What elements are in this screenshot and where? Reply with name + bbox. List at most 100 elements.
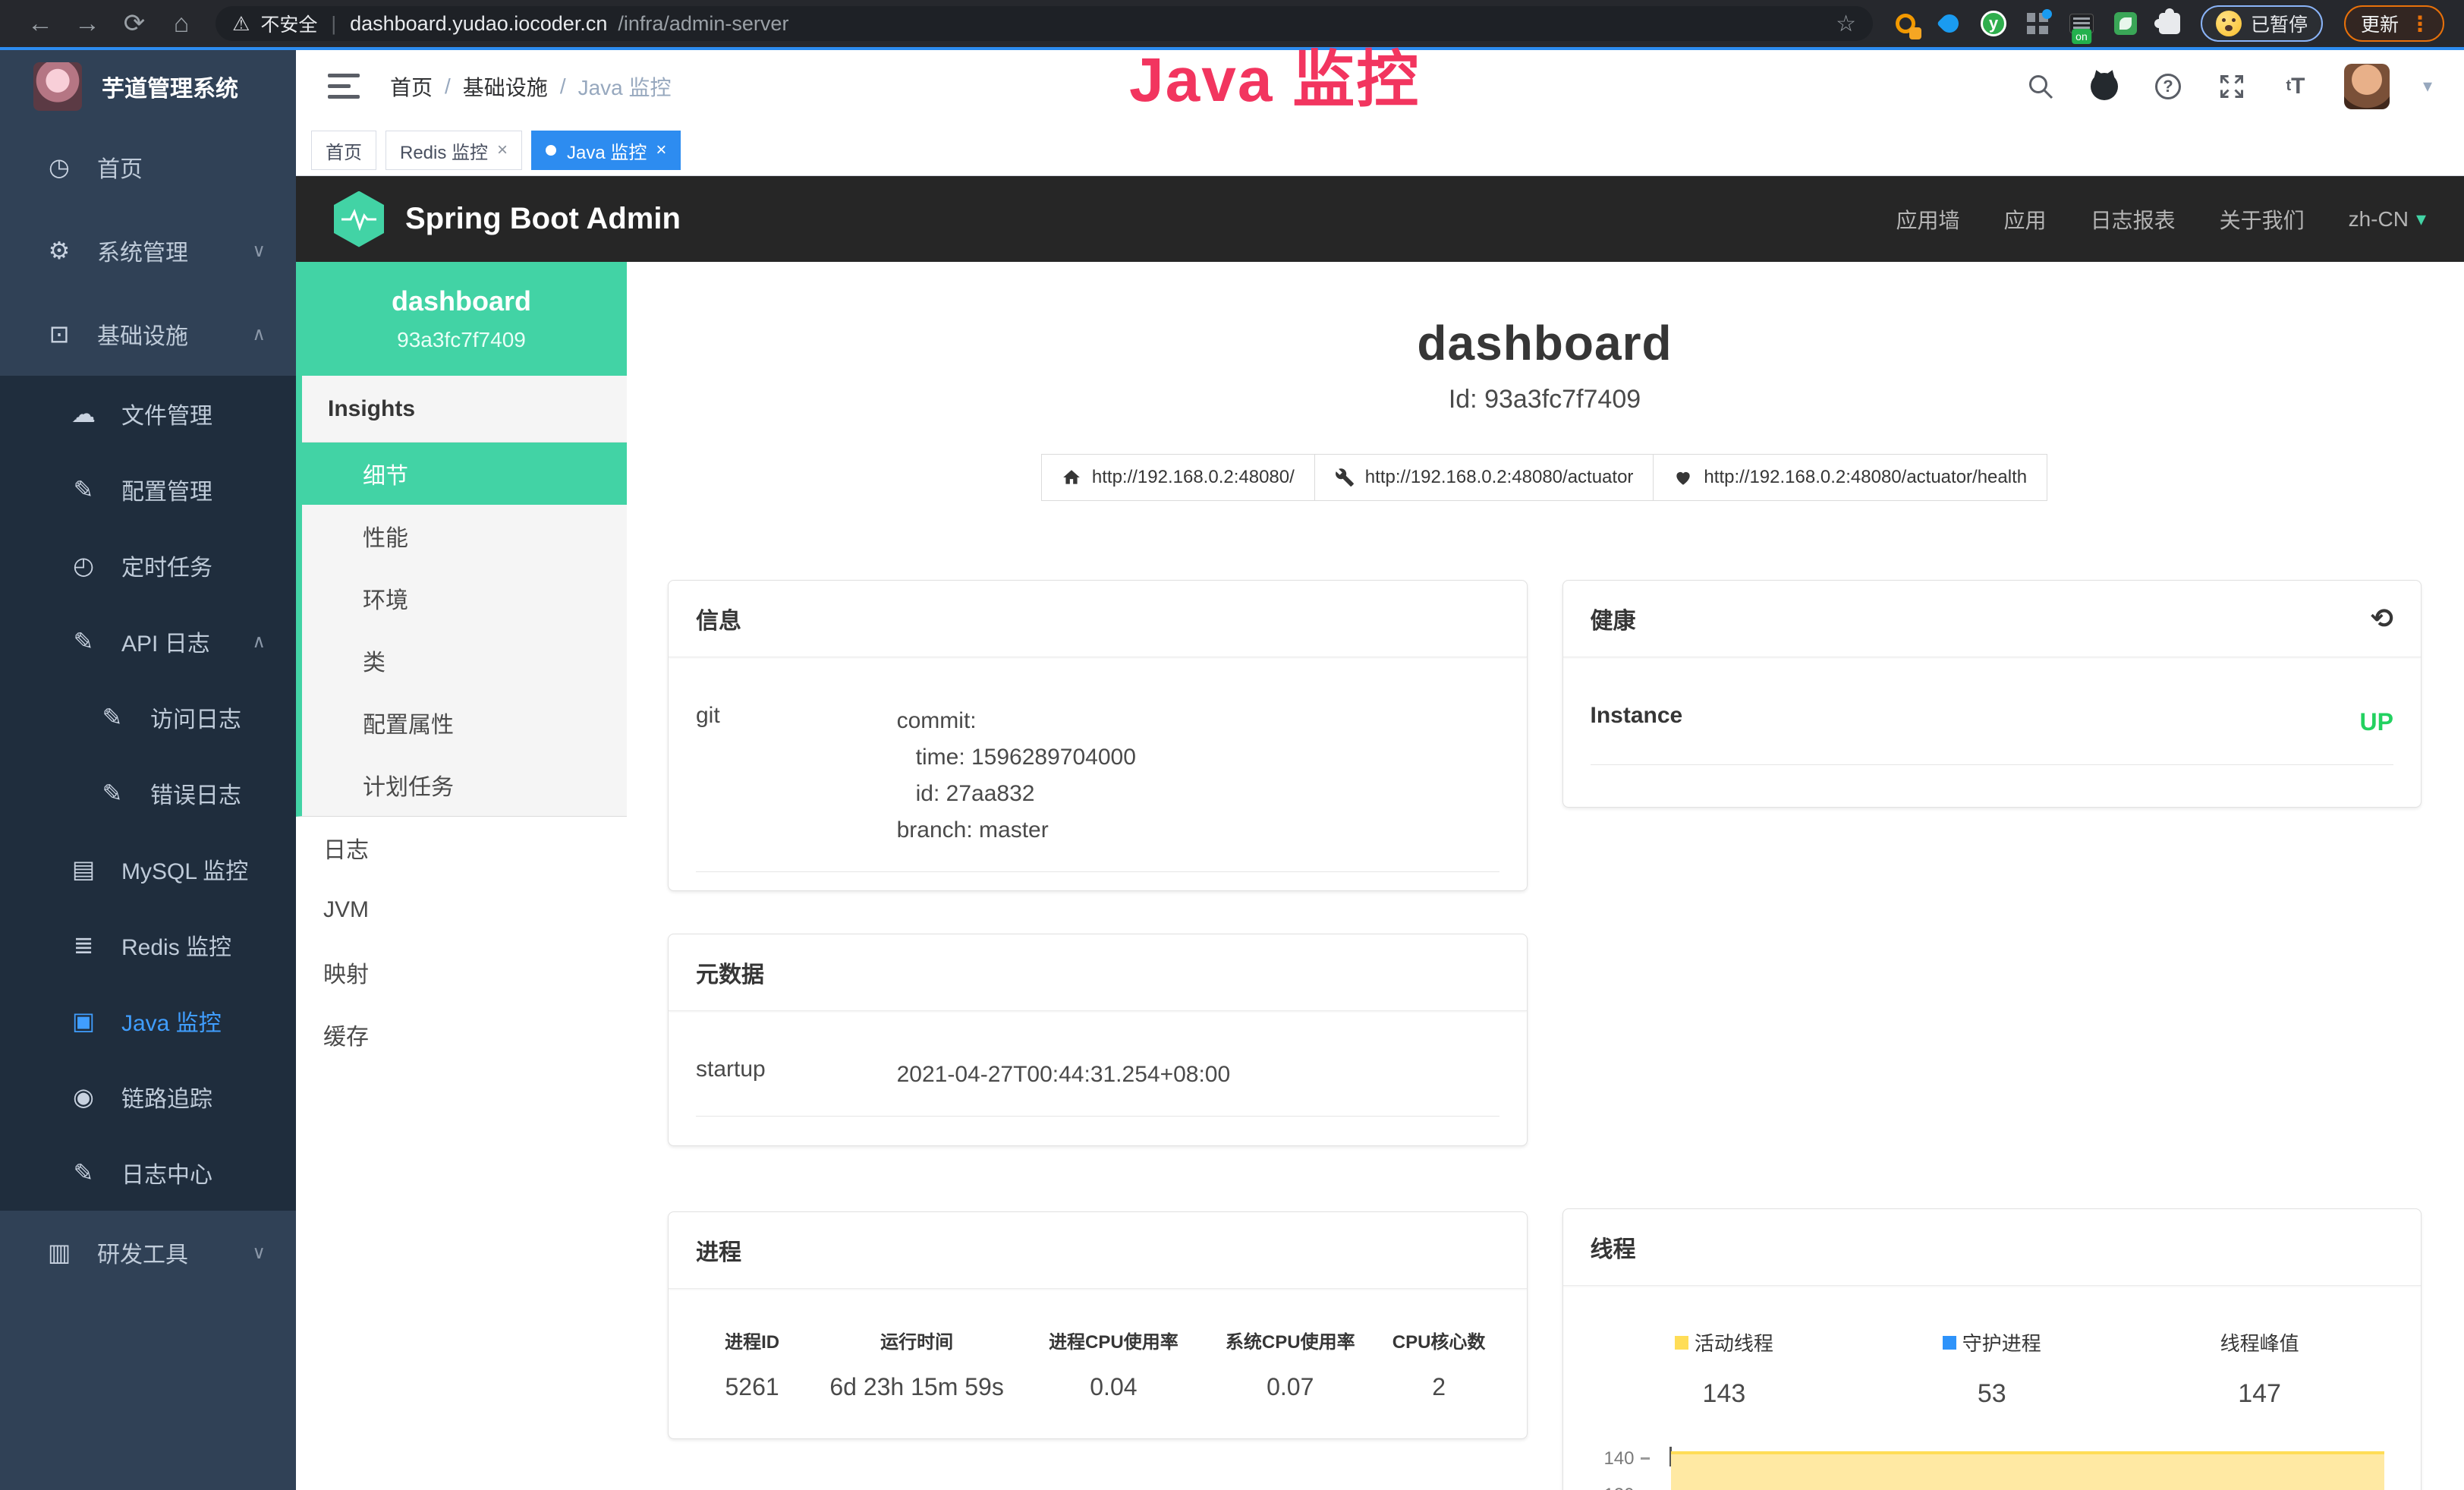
sba-language-select[interactable]: zh-CN ▾	[2349, 207, 2426, 232]
tab-redis-monitor[interactable]: Redis 监控 ×	[385, 131, 522, 170]
sba-menu-environment[interactable]: 环境	[302, 567, 627, 629]
sidebar-item-dev-tools[interactable]: ▥ 研发工具 ∨	[0, 1211, 296, 1294]
system-cpu: 0.07	[1202, 1373, 1379, 1401]
extensions-puzzle-icon[interactable]	[2157, 11, 2182, 36]
chevron-down-icon: ∨	[252, 240, 266, 262]
actuator-url-button[interactable]: http://192.168.0.2:48080/actuator	[1314, 454, 1654, 501]
sidebar-item-error-log[interactable]: ✎ 错误日志	[0, 755, 296, 831]
browser-update-button[interactable]: 更新 ⋮	[2344, 5, 2444, 42]
process-card: 进程 进程ID 运行时间 进程CPU使用率	[668, 1211, 1528, 1439]
sidebar-item-mysql[interactable]: ▤ MySQL 监控	[0, 831, 296, 907]
extension-adblock-icon[interactable]: on	[2069, 11, 2094, 36]
tags-view: 首页 Redis 监控 × Java 监控 ×	[296, 125, 2464, 176]
live-threads-area-series	[1671, 1451, 2385, 1490]
extension-leaf-icon[interactable]	[2113, 11, 2138, 36]
annotation-java-monitor: Java 监控	[1129, 29, 1420, 119]
hamburger-icon[interactable]	[328, 74, 360, 99]
user-menu-caret-icon[interactable]: ▾	[2423, 75, 2432, 97]
tab-java-monitor[interactable]: Java 监控 ×	[531, 131, 681, 170]
url-host[interactable]: dashboard.yudao.iocoder.cn	[350, 12, 607, 36]
reload-icon[interactable]: ⟳	[114, 8, 155, 39]
app-logo-row[interactable]: 芋道管理系统	[0, 47, 296, 125]
font-size-icon[interactable]: tT	[2280, 71, 2311, 102]
profile-paused-badge[interactable]: 已暂停	[2201, 5, 2323, 42]
extension-orange-icon[interactable]	[1893, 11, 1918, 36]
legend-peak-threads: 线程峰值 147	[2126, 1328, 2393, 1409]
health-url-button[interactable]: http://192.168.0.2:48080/actuator/health	[1653, 454, 2047, 501]
address-bar[interactable]: ⚠ 不安全 | dashboard.yudao.iocoder.cn /infr…	[216, 6, 1873, 41]
close-icon[interactable]: ×	[497, 140, 508, 161]
process-values-row: 5261 6d 23h 15m 59s 0.04 0.07 2	[696, 1373, 1499, 1401]
close-icon[interactable]: ×	[656, 140, 666, 161]
sba-nav-applications[interactable]: 应用	[2004, 204, 2047, 235]
sidebar-item-api-log[interactable]: ✎ API 日志 ∧	[0, 603, 296, 679]
extension-grid-icon[interactable]	[2025, 11, 2050, 36]
sba-menu-mappings[interactable]: 映射	[296, 941, 627, 1003]
app-logo	[33, 62, 82, 111]
sidebar-item-config[interactable]: ✎ 配置管理	[0, 452, 296, 528]
breadcrumb-home[interactable]: 首页	[390, 71, 433, 102]
search-icon[interactable]	[2025, 71, 2056, 102]
browser-menu-icon[interactable]: ⋮	[2409, 11, 2431, 36]
sidebar-item-system[interactable]: ⚙ 系统管理 ∨	[0, 209, 296, 292]
sidebar-item-redis[interactable]: ≣ Redis 监控	[0, 907, 296, 983]
cloud-upload-icon: ☁	[67, 399, 100, 428]
health-card: 健康 ⟲ Instance UP	[1562, 580, 2422, 808]
infra-submenu: ☁ 文件管理 ✎ 配置管理 ◴ 定时任务 ✎ API 日志 ∧ ✎	[0, 376, 296, 1211]
log-icon: ✎	[96, 703, 129, 732]
bookmark-star-icon[interactable]: ☆	[1836, 11, 1856, 37]
sidebar-item-tracing[interactable]: ◉ 链路追踪	[0, 1059, 296, 1135]
back-icon[interactable]: ←	[20, 9, 61, 39]
forward-icon[interactable]: →	[67, 9, 108, 39]
sba-root-group: 日志 JVM 映射 缓存	[296, 817, 627, 1066]
divider: |	[331, 12, 336, 36]
history-icon[interactable]: ⟲	[2371, 605, 2393, 632]
timer-icon: ◴	[67, 551, 100, 580]
github-icon[interactable]	[2089, 71, 2119, 102]
sba-nav-wallboard[interactable]: 应用墙	[1896, 204, 1960, 235]
sidebar-item-files[interactable]: ☁ 文件管理	[0, 376, 296, 452]
sidebar-item-access-log[interactable]: ✎ 访问日志	[0, 679, 296, 755]
sidebar-item-home[interactable]: ◷ 首页	[0, 125, 296, 209]
sba-menu-caches[interactable]: 缓存	[296, 1003, 627, 1066]
process-cpu: 0.04	[1025, 1373, 1202, 1401]
security-warning-icon[interactable]: ⚠	[232, 12, 250, 36]
sba-menu-configprops[interactable]: 配置属性	[302, 691, 627, 754]
sba-menu-jvm[interactable]: JVM	[296, 879, 627, 941]
extension-pin-icon[interactable]	[1937, 11, 1962, 36]
threads-plot-area	[1669, 1442, 2385, 1490]
instance-title: dashboard	[668, 315, 2422, 371]
sba-instance-header[interactable]: dashboard 93a3fc7f7409	[296, 262, 627, 376]
fullscreen-icon[interactable]	[2217, 71, 2247, 102]
breadcrumb: 首页 / 基础设施 / Java 监控	[390, 71, 672, 102]
metadata-value: 2021-04-27T00:44:31.254+08:00	[897, 1057, 1499, 1093]
tab-home[interactable]: 首页	[311, 131, 376, 170]
extension-y-icon[interactable]: y	[1981, 11, 2006, 36]
sba-menu-logfile[interactable]: 日志	[296, 817, 627, 879]
service-url-button[interactable]: http://192.168.0.2:48080/	[1041, 454, 1315, 501]
sba-menu-classes[interactable]: 类	[302, 629, 627, 691]
health-instance-row[interactable]: Instance UP	[1591, 683, 2394, 765]
sba-nav-journal[interactable]: 日志报表	[2091, 204, 2176, 235]
sba-brand-title[interactable]: Spring Boot Admin	[405, 202, 681, 236]
sba-menu-details[interactable]: 细节	[302, 443, 627, 505]
app-title: 芋道管理系统	[102, 70, 238, 103]
user-avatar[interactable]	[2344, 64, 2390, 109]
wrench-icon	[1335, 468, 1355, 487]
breadcrumb-infra[interactable]: 基础设施	[463, 71, 548, 102]
help-icon[interactable]: ?	[2153, 71, 2183, 102]
spring-boot-admin-frame: Spring Boot Admin 应用墙 应用 日志报表 关于我们 zh-CN…	[296, 176, 2464, 1490]
security-label[interactable]: 不安全	[260, 10, 317, 37]
sidebar-item-cron[interactable]: ◴ 定时任务	[0, 528, 296, 603]
sba-menu-scheduledtasks[interactable]: 计划任务	[302, 754, 627, 816]
live-threads-value: 143	[1591, 1379, 1858, 1409]
sba-nav-about[interactable]: 关于我们	[2220, 204, 2305, 235]
sidebar-item-java-monitor[interactable]: ▣ Java 监控	[0, 983, 296, 1059]
sba-logo[interactable]	[334, 191, 384, 247]
home-icon[interactable]: ⌂	[161, 9, 202, 39]
sidebar-item-infra[interactable]: ⊡ 基础设施 ∧	[0, 292, 296, 376]
sidebar-item-log-center[interactable]: ✎ 日志中心	[0, 1135, 296, 1211]
sba-menu-metrics[interactable]: 性能	[302, 505, 627, 567]
chevron-down-icon: ∨	[252, 1242, 266, 1264]
legend-swatch-blue	[1943, 1336, 1956, 1350]
